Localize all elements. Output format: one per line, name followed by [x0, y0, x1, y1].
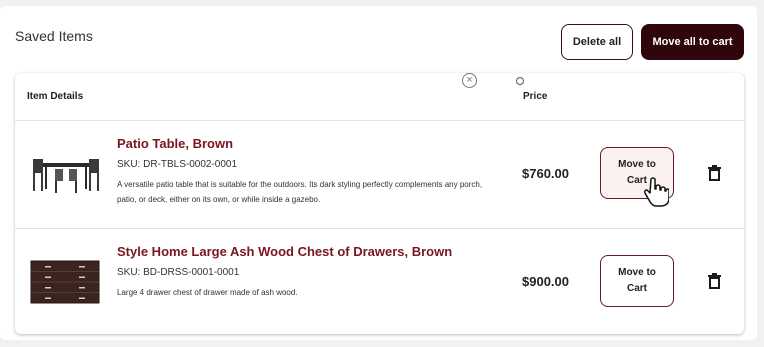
delete-all-button[interactable]: Delete all [561, 24, 633, 60]
close-circle-icon[interactable]: × [462, 73, 477, 88]
product-sku: SKU: DR-TBLS-0002-0001 [117, 159, 238, 170]
table-row: Style Home Large Ash Wood Chest of Drawe… [15, 229, 744, 334]
trash-icon[interactable] [708, 273, 721, 289]
chest-of-drawers-image [30, 260, 100, 304]
trash-icon[interactable] [708, 165, 721, 181]
hand-pointer-icon [644, 177, 669, 207]
saved-items-table: Item Details × Price Patio Table, Brown … [15, 73, 744, 334]
product-description: A versatile patio table that is suitable… [117, 180, 483, 204]
patio-table-image [33, 159, 99, 193]
product-price: $760.00 [522, 166, 569, 181]
header-price: Price [523, 91, 548, 102]
saved-items-panel: Saved Items Delete all Move all to cart … [0, 6, 757, 340]
header-item-details: Item Details [27, 91, 84, 102]
move-all-to-cart-button[interactable]: Move all to cart [641, 24, 744, 60]
product-price: $900.00 [522, 274, 569, 289]
product-description: Large 4 drawer chest of drawer made of a… [117, 288, 298, 297]
move-to-cart-button[interactable]: Move to Cart [600, 255, 674, 307]
page-title: Saved Items [15, 28, 93, 44]
product-name-link[interactable]: Patio Table, Brown [117, 136, 233, 151]
product-name-link[interactable]: Style Home Large Ash Wood Chest of Drawe… [117, 244, 452, 259]
radio-icon[interactable] [516, 77, 524, 85]
move-to-cart-label: Move to Cart [618, 267, 656, 294]
table-row: Patio Table, Brown SKU: DR-TBLS-0002-000… [15, 121, 744, 229]
product-sku: SKU: BD-DRSS-0001-0001 [117, 267, 240, 278]
table-header: Item Details × Price [15, 73, 744, 121]
